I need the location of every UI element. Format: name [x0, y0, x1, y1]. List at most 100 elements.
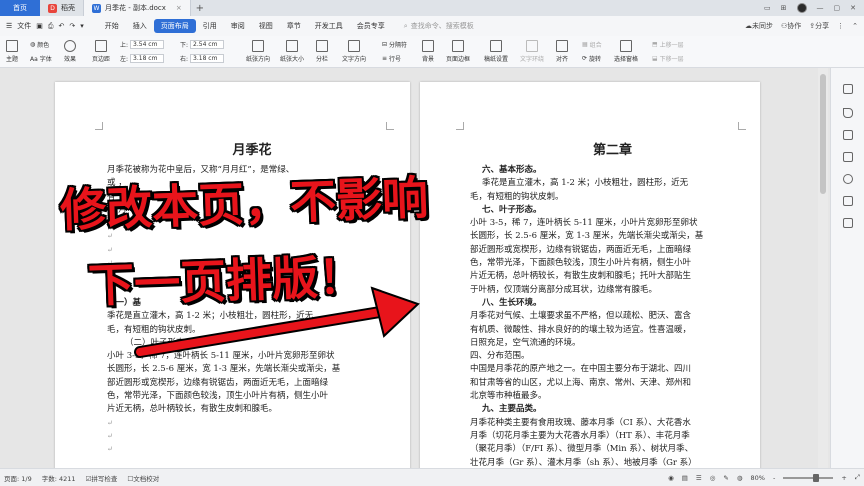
effect-button[interactable]: 效果 — [64, 40, 76, 63]
background-button[interactable]: 背景 — [422, 40, 434, 63]
cloud-icon: ☁ — [744, 22, 752, 30]
breaks-button[interactable]: ⊟ 分隔符 — [382, 40, 407, 49]
globe-icon[interactable]: ◍ — [737, 474, 743, 482]
word-count[interactable]: 字数: 4211 — [42, 473, 76, 483]
new-tab-button[interactable]: + — [191, 0, 209, 16]
collab-button[interactable]: ⚇协作 — [781, 21, 801, 31]
reader-icon[interactable] — [843, 218, 853, 228]
menu-references[interactable]: 引用 — [196, 19, 224, 33]
theme-button[interactable]: 主题 — [6, 40, 18, 63]
bottom-margin-field[interactable]: 2.54 cm — [190, 40, 225, 49]
bring-forward-button[interactable]: ⬒ 上移一层 — [652, 40, 684, 49]
title-bar: 首页 D 稻壳 W 月季花 - 副本.docx × + ▭ ⊞ — ▢ ✕ — [0, 0, 864, 16]
align-button[interactable]: 对齐 — [556, 40, 568, 63]
manuscript-button[interactable]: 稿纸设置 — [484, 40, 508, 63]
help-icon[interactable] — [843, 174, 853, 184]
columns-icon — [316, 40, 328, 52]
hamburger-icon[interactable]: ☰ — [6, 22, 12, 30]
paragraph-mark-icon: ↵ — [107, 445, 113, 454]
rotate-button[interactable]: ⟳ 旋转 — [582, 54, 601, 63]
properties-icon[interactable] — [843, 130, 853, 140]
window-controls: ▭ ⊞ — ▢ ✕ — [764, 0, 864, 16]
menu-chapter[interactable]: 章节 — [280, 19, 308, 33]
fit-page-icon[interactable]: ⤢ — [855, 473, 860, 482]
overflow-icon[interactable]: ⋮ — [837, 22, 844, 30]
paragraph-line: 部近圆形或宽楔形，边缘有锐锯齿，两面近无毛，上面暗绿 — [107, 377, 329, 388]
status-bar: 页面: 1/9 字数: 4211 ☑拼写检查 ☐文档校对 ◉ ▤ ☰ ◎ ✎ ◍… — [0, 468, 864, 486]
paragraph-line: （聚花月季）（F/FI 系）、微型月季（Min 系）、树状月季、 — [470, 444, 694, 455]
section-heading: 七、叶子形态。 — [482, 204, 542, 215]
zoom-slider[interactable] — [783, 473, 834, 482]
columns-button[interactable]: 分栏 — [316, 40, 328, 63]
undo-icon[interactable]: ↶ — [59, 22, 65, 30]
paragraph-line: 小叶 3-5，稀 7，连叶柄长 5-11 厘米，小叶片宽卵形至卵状 — [470, 218, 698, 229]
zoom-slider-knob[interactable] — [813, 473, 820, 482]
page-2[interactable]: 第二章 六、基本形态。 季花是直立灌木，高 1-2 米；小枝粗壮，圆柱形，近无 … — [420, 82, 760, 468]
tab-document-label: 月季花 - 副本.docx — [105, 4, 166, 12]
send-backward-icon: ⬓ — [652, 55, 658, 62]
command-search[interactable]: ⌕ 查找命令、搜索模板 — [404, 21, 474, 31]
menu-view[interactable]: 视图 — [252, 19, 280, 33]
top-margin-field[interactable]: 3.54 cm — [130, 40, 165, 49]
eye-icon[interactable]: ◉ — [668, 474, 674, 482]
select-cursor-icon[interactable] — [843, 108, 853, 118]
avatar[interactable] — [796, 3, 807, 13]
maximize-icon[interactable]: ▢ — [834, 4, 841, 12]
menu-insert[interactable]: 插入 — [126, 19, 154, 33]
send-backward-button[interactable]: ⬓ 下移一层 — [652, 54, 684, 63]
wrap-button[interactable]: 文字环绕 — [520, 40, 544, 63]
save-icon[interactable]: ▣ — [36, 22, 43, 30]
web-view-icon[interactable]: ◎ — [710, 474, 716, 482]
paper-size-button[interactable]: 纸张大小 — [280, 40, 304, 63]
layout-icon[interactable]: ▭ — [764, 4, 771, 12]
group-button[interactable]: ▦ 组合 — [582, 40, 602, 49]
text-direction-button[interactable]: 文字方向 — [342, 40, 366, 63]
font-theme-button[interactable]: Aa 字体 — [30, 54, 52, 63]
right-margin-field[interactable]: 3.18 cm — [190, 54, 225, 63]
left-margin-field[interactable]: 3.18 cm — [130, 54, 165, 63]
zoom-level[interactable]: 80% — [751, 474, 765, 482]
color-button[interactable]: ◍ 颜色 — [30, 40, 49, 49]
outline-view-icon[interactable]: ☰ — [696, 474, 702, 482]
minimize-icon[interactable]: — — [817, 4, 824, 12]
menu-member[interactable]: 会员专享 — [350, 19, 392, 33]
layout-panel-icon[interactable] — [843, 196, 853, 206]
zoom-in-button[interactable]: + — [841, 474, 846, 482]
vertical-scrollbar[interactable] — [818, 68, 828, 468]
menu-page-layout[interactable]: 页面布局 — [153, 19, 196, 33]
write-icon[interactable]: ✎ — [723, 474, 728, 482]
margins-icon — [95, 40, 107, 52]
line-numbers-button[interactable]: ≡ 行号 — [382, 54, 401, 63]
redo-icon[interactable]: ↷ — [69, 22, 75, 30]
close-tab-icon[interactable]: × — [176, 4, 182, 12]
style-icon[interactable] — [843, 84, 853, 94]
adjust-icon[interactable] — [843, 152, 853, 162]
paragraph-line: 壮花月季（Gr 系）、灌木月季（sh 系）、地被月季（Gr 系） — [470, 457, 697, 468]
grid-icon[interactable]: ⊞ — [781, 4, 787, 12]
tab-docer[interactable]: D 稻壳 — [40, 0, 84, 16]
menu-developer[interactable]: 开发工具 — [308, 19, 350, 33]
page-indicator[interactable]: 页面: 1/9 — [4, 473, 32, 483]
more-icon[interactable]: ▾ — [80, 22, 84, 30]
orientation-button[interactable]: 纸张方向 — [246, 40, 270, 63]
select-pane-button[interactable]: 选择窗格 — [614, 40, 638, 63]
home-tab[interactable]: 首页 — [0, 0, 40, 16]
margins-button[interactable]: 页边距 — [92, 40, 110, 63]
proofread-button[interactable]: ☐文档校对 — [127, 473, 159, 483]
collapse-ribbon-icon[interactable]: ⌃ — [852, 22, 858, 30]
menu-review[interactable]: 审阅 — [224, 19, 252, 33]
manuscript-icon — [490, 40, 502, 52]
spellcheck-button[interactable]: ☑拼写检查 — [86, 473, 118, 483]
zoom-out-button[interactable]: - — [773, 474, 775, 482]
page-border-button[interactable]: 页面边框 — [446, 40, 470, 63]
tab-document[interactable]: W 月季花 - 副本.docx × — [84, 0, 191, 16]
menu-home[interactable]: 开始 — [98, 19, 126, 33]
ribbon: 主题 ◍ 颜色 Aa 字体 效果 页边距 上: 3.54 cm 下: 2.54 c… — [0, 36, 864, 68]
scrollbar-thumb[interactable] — [820, 74, 826, 194]
menu-file[interactable]: 文件 — [17, 21, 31, 31]
print-icon[interactable]: ⎙ — [48, 22, 54, 31]
share-button[interactable]: ⇪分享 — [809, 21, 829, 31]
page-view-icon[interactable]: ▤ — [682, 474, 688, 482]
close-window-icon[interactable]: ✕ — [850, 4, 856, 12]
unsync-button[interactable]: ☁未同步 — [745, 21, 773, 31]
